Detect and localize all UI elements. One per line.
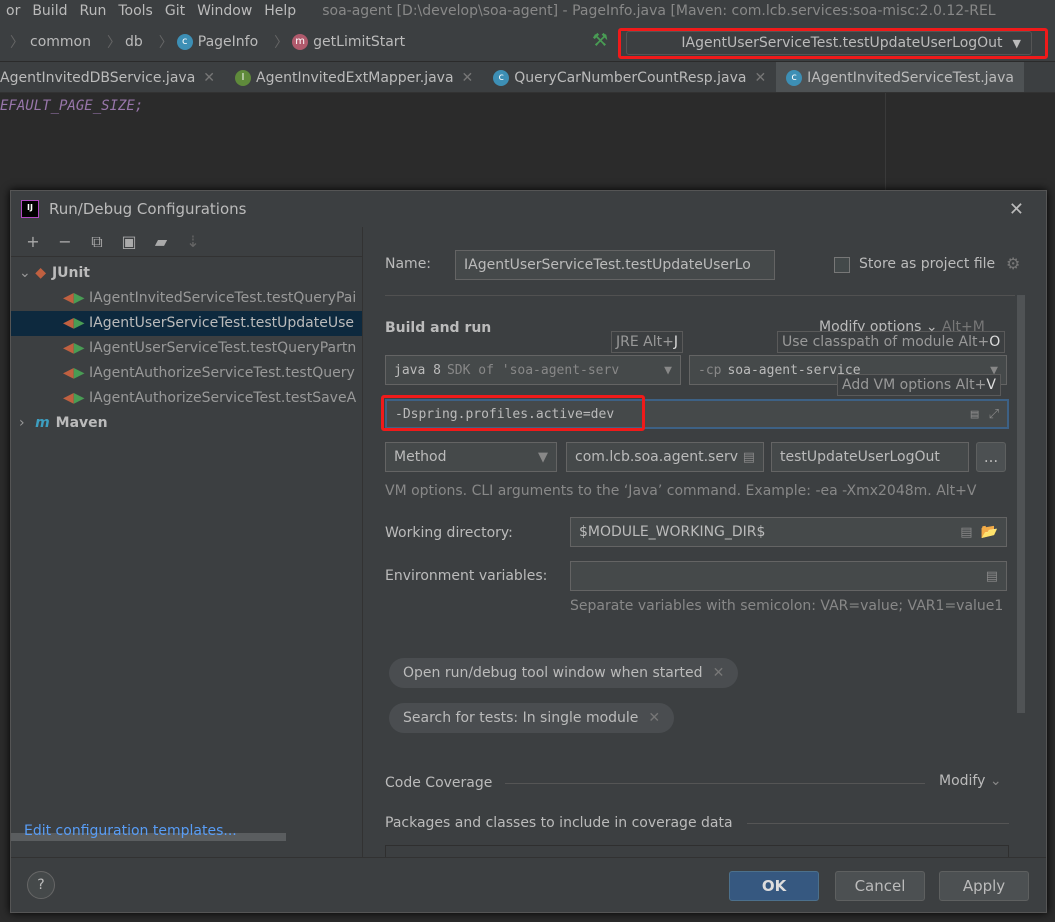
copy-icon[interactable]: ⧉ [81,232,113,252]
dialog-title: Run/Debug Configurations [49,200,247,218]
editor-tabs: AgentInvitedDBService.java ✕ I AgentInvite… [0,62,1055,93]
code-coverage-heading: Code Coverage [385,775,493,791]
menu-help[interactable]: Help [264,3,296,19]
close-icon: ✕ [461,69,474,86]
remove-icon[interactable]: − [49,232,81,251]
editor-divider [885,93,886,193]
packages-heading: Packages and classes to include in cover… [385,815,733,831]
apply-button[interactable]: Apply [939,871,1029,901]
list-icon: ▤ [742,449,755,465]
footer-divider [11,857,1046,858]
env-variables-help: Separate variables with semicolon: VAR=v… [570,598,1004,614]
menu-build[interactable]: Build [32,3,67,19]
method-input[interactable]: testUpdateUserLogOut [771,442,969,472]
save-icon[interactable]: ▣ [113,232,145,251]
tree-item[interactable]: ◀▶ IAgentAuthorizeServiceTest.testSaveA [11,386,362,411]
cancel-button[interactable]: Cancel [835,871,925,901]
store-project-checkbox[interactable] [834,257,850,273]
close-icon: ✕ [712,665,725,681]
tree-item[interactable]: ◀▶ IAgentAuthorizeServiceTest.testQuery [11,361,362,386]
tree-item[interactable]: ◀▶ IAgentInvitedServiceTest.testQueryPai [11,286,362,311]
tree-item[interactable]: ◀▶ IAgentUserServiceTest.testQueryPartn [11,336,362,361]
intellij-logo-icon: IJ [21,200,39,218]
crumb-db[interactable]: db [125,34,143,50]
new-folder-icon[interactable]: ▰ [145,232,177,251]
edit-templates-link[interactable]: Edit configuration templates... [24,823,237,839]
class-input[interactable]: com.lcb.soa.agent.serv ▤ [566,442,764,472]
crumb-pageinfo[interactable]: PageInfo [198,34,258,50]
class-icon: c [493,69,510,86]
tree-item-selected[interactable]: ◀▶ IAgentUserServiceTest.testUpdateUse [11,311,362,336]
menu-item[interactable]: or [6,3,20,19]
menu-run[interactable]: Run [79,3,106,19]
tab-iagentinvitedservicetest[interactable]: c IAgentInvitedServiceTest.java [776,62,1024,92]
name-input[interactable]: IAgentUserServiceTest.testUpdateUserLo [455,250,775,280]
run-debug-dialog: IJ Run/Debug Configurations ✕ + − ⧉ ▣ ▰ … [10,190,1047,913]
menu-git[interactable]: Git [165,3,185,19]
close-icon[interactable]: ✕ [1009,199,1024,220]
crumb-method[interactable]: getLimitStart [313,34,405,50]
folder-icon: 📂 [980,524,998,540]
env-variables-input[interactable]: ▤ [570,561,1007,591]
dialog-title-bar: IJ Run/Debug Configurations ✕ [11,191,1046,227]
expand-icon: ⤢ [988,406,999,422]
menu-window[interactable]: Window [197,3,252,19]
help-button[interactable]: ? [27,871,55,899]
highlight-box [381,395,645,431]
divider [385,295,1015,296]
junit-icon: ◆ [35,265,46,281]
vm-options-help: VM options. CLI arguments to the ‘Java’ … [385,483,977,499]
tab-querycarnumbercountresp[interactable]: c QueryCarNumberCountResp.java ✕ [483,62,776,92]
tab-agentinvitedextmapper[interactable]: I AgentInvitedExtMapper.java ✕ [225,62,483,92]
maven-icon: m [35,415,50,431]
divider [505,783,925,784]
tab-agentinviteddbservice[interactable]: AgentInvitedDBService.java ✕ [0,62,225,92]
option-chip-search-tests[interactable]: Search for tests: In single module ✕ [389,703,675,733]
build-hammer-icon[interactable]: ⚒ [592,30,608,51]
code-line: EFAULT_PAGE_SIZE; [0,98,144,114]
test-kind-select[interactable]: Method ▼ [385,442,557,472]
tree-node-junit[interactable]: ⌄ ◆ JUnit [11,261,362,286]
chevron-down-icon: ▼ [538,449,548,465]
tree-node-maven[interactable]: › m Maven [11,411,362,436]
highlight-box [618,28,1048,59]
env-variables-label: Environment variables: [385,568,548,584]
jre-shortcut-hint: JRE Alt+J [611,331,683,353]
option-chip-open-tool-window[interactable]: Open run/debug tool window when started ✕ [389,658,739,688]
working-directory-label: Working directory: [385,525,513,541]
list-icon: ▤ [960,524,973,540]
menu-bar: or Build Run Tools Git Window Help soa-a… [0,0,1055,22]
crumb-common[interactable]: common [30,34,91,50]
test-class-icon: c [786,69,803,86]
chevron-down-icon: ▼ [664,362,672,378]
menu-tools[interactable]: Tools [118,3,153,19]
config-tree-panel: + − ⧉ ▣ ▰ ⇣ ⌄ ◆ JUnit ◀▶ IAgentInvitedSer… [11,227,363,857]
name-label: Name: [385,256,432,272]
interface-icon: I [235,69,252,86]
working-directory-input[interactable]: $MODULE_WORKING_DIR$ ▤ 📂 [570,517,1007,547]
vertical-scrollbar[interactable] [1017,295,1025,713]
jre-select[interactable]: java 8 SDK of 'soa-agent-serv ▼ [385,355,681,385]
method-icon: m [292,33,309,50]
coverage-modify-link[interactable]: Modify ⌄ [939,773,1002,789]
gear-icon[interactable]: ⚙ [1006,254,1020,273]
list-icon: ▤ [970,406,979,422]
coverage-package-list[interactable] [385,845,1009,857]
window-title: soa-agent [D:\develop\soa-agent] - PageI… [322,3,996,19]
store-project-label: Store as project file [859,256,996,272]
ok-button[interactable]: OK [729,871,819,901]
browse-button[interactable]: ... [976,442,1006,472]
divider [747,823,1009,824]
list-icon: ▤ [985,568,998,584]
close-icon: ✕ [648,710,661,726]
classpath-shortcut-hint: Use classpath of module Alt+O [777,331,1006,353]
class-icon: c [176,33,193,50]
add-icon[interactable]: + [17,232,49,251]
build-and-run-heading: Build and run [385,320,492,336]
sort-icon[interactable]: ⇣ [177,232,209,251]
close-icon: ✕ [203,69,216,86]
close-icon: ✕ [754,69,767,86]
vm-options-shortcut-hint: Add VM options Alt+V [837,374,1001,396]
